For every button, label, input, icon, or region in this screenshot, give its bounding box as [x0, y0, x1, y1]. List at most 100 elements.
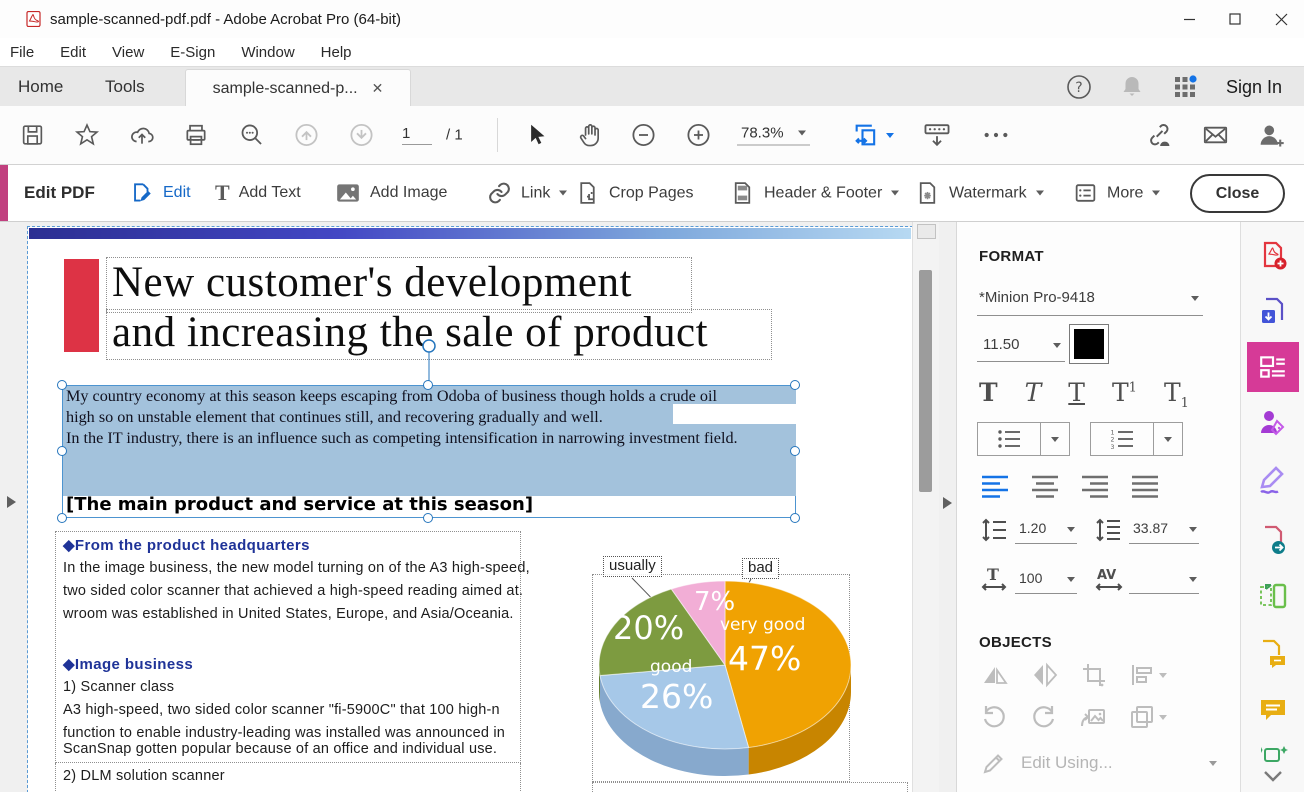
line-spacing-select[interactable]: 1.20 [1015, 516, 1077, 544]
replace-image-button[interactable] [1079, 704, 1107, 730]
crop-object-button[interactable] [1081, 662, 1107, 688]
selection-handle[interactable] [790, 513, 800, 523]
vertical-scrollbar[interactable] [912, 222, 939, 792]
watermark-button[interactable]: Watermark [915, 181, 1044, 206]
zoom-in-icon[interactable] [685, 122, 712, 149]
edit-pdf-tool-active[interactable] [1247, 342, 1299, 392]
header-footer-button[interactable]: Header & Footer [730, 181, 899, 206]
selection-handle[interactable] [57, 513, 67, 523]
selection-handle[interactable] [423, 513, 433, 523]
menu-view[interactable]: View [112, 44, 144, 61]
align-objects-button[interactable] [1129, 662, 1167, 688]
bullet-list-button[interactable] [978, 423, 1040, 455]
search-icon[interactable] [238, 122, 265, 149]
underline-button[interactable]: T [1068, 380, 1085, 405]
user-account-icon[interactable] [1256, 121, 1286, 149]
align-left-button[interactable] [981, 474, 1009, 498]
selection-handle[interactable] [423, 380, 433, 390]
expand-right-panel-icon[interactable] [940, 495, 954, 511]
select-tool-pointer-icon[interactable] [523, 122, 549, 148]
menu-file[interactable]: File [10, 44, 34, 61]
cloud-upload-icon[interactable] [129, 122, 155, 148]
minimize-button[interactable] [1166, 0, 1212, 38]
superscript-button[interactable]: T1 [1112, 380, 1137, 405]
subscript-button[interactable]: T1 [1164, 380, 1189, 410]
numbered-list-dropdown[interactable] [1153, 423, 1182, 455]
tab-close-icon[interactable]: ✕ [372, 80, 384, 97]
organize-pages-icon[interactable] [1255, 578, 1291, 614]
more-button[interactable]: More [1073, 181, 1160, 206]
fill-and-sign-icon[interactable] [1255, 462, 1291, 498]
more-tools-ellipsis-icon[interactable] [982, 121, 1010, 149]
add-comments-doc-icon[interactable] [1255, 636, 1291, 672]
expand-left-panel-icon[interactable] [4, 494, 18, 510]
tab-home[interactable]: Home [18, 67, 63, 107]
close-window-button[interactable] [1258, 0, 1304, 38]
previous-page-icon[interactable] [293, 122, 320, 149]
scrollbar-thumb[interactable] [919, 270, 932, 492]
horizontal-scale-select[interactable]: 100 [1015, 566, 1077, 594]
page-display-icon[interactable] [922, 121, 952, 149]
menu-help[interactable]: Help [321, 44, 352, 61]
font-size-select[interactable]: 11.50 [977, 330, 1065, 362]
align-center-button[interactable] [1031, 474, 1059, 498]
add-image-button[interactable]: Add Image [335, 181, 447, 205]
edit-tool-button[interactable]: Edit [128, 180, 191, 206]
font-color-swatch[interactable] [1069, 324, 1109, 364]
star-favorite-icon[interactable] [74, 122, 100, 148]
help-icon[interactable]: ? [1066, 74, 1092, 100]
selection-handle[interactable] [790, 380, 800, 390]
align-right-button[interactable] [1081, 474, 1109, 498]
paragraph-spacing-select[interactable]: 33.87 [1129, 516, 1199, 544]
menu-edit[interactable]: Edit [60, 44, 86, 61]
selection-handle[interactable] [790, 446, 800, 456]
close-edit-pdf-button[interactable]: Close [1190, 174, 1285, 213]
flip-horizontal-button[interactable] [1031, 662, 1059, 688]
rail-expand-chevron-icon[interactable] [1255, 768, 1291, 786]
tab-document[interactable]: sample-scanned-p... ✕ [185, 69, 411, 107]
menu-window[interactable]: Window [241, 44, 294, 61]
create-pdf-icon[interactable] [1255, 238, 1291, 274]
menu-esign[interactable]: E-Sign [170, 44, 215, 61]
next-page-icon[interactable] [348, 122, 375, 149]
notifications-bell-icon[interactable] [1120, 74, 1144, 100]
comment-icon[interactable] [1255, 692, 1291, 728]
add-rich-media-icon[interactable] [1255, 742, 1291, 768]
request-esignatures-icon[interactable] [1255, 404, 1291, 440]
print-icon[interactable] [183, 122, 209, 148]
selection-handle[interactable] [57, 380, 67, 390]
pdf-page[interactable]: New customer's development and increasin… [28, 227, 912, 792]
arrange-objects-button[interactable] [1129, 704, 1167, 730]
bullet-list-dropdown[interactable] [1040, 423, 1069, 455]
edit-using-select[interactable]: Edit Using... [981, 750, 1217, 792]
font-family-select[interactable]: *Minion Pro-9418 [977, 282, 1203, 316]
align-justify-button[interactable] [1131, 474, 1159, 498]
sign-in-button[interactable]: Sign In [1226, 77, 1282, 98]
rotate-clockwise-button[interactable] [1030, 704, 1057, 730]
kerning-select[interactable] [1129, 566, 1199, 594]
save-icon[interactable] [20, 123, 45, 148]
numbered-list-button[interactable]: 123 [1091, 423, 1153, 455]
flip-vertical-button[interactable] [981, 662, 1009, 688]
selected-textbox[interactable]: My country economy at this season keeps … [62, 385, 796, 518]
maximize-button[interactable] [1212, 0, 1258, 38]
hand-tool-icon[interactable] [576, 122, 603, 149]
selection-handle[interactable] [57, 446, 67, 456]
add-text-button[interactable]: T Add Text [215, 180, 301, 206]
share-send-pdf-icon[interactable] [1255, 522, 1291, 558]
page-number-input[interactable]: 1 [402, 125, 432, 145]
tab-tools[interactable]: Tools [105, 67, 145, 107]
italic-button[interactable]: T [1025, 380, 1042, 405]
fit-width-select[interactable] [852, 121, 894, 149]
zoom-level-select[interactable]: 78.3% [737, 125, 810, 146]
email-icon[interactable] [1201, 122, 1230, 149]
rotate-counterclockwise-button[interactable] [981, 704, 1008, 730]
app-grid-icon[interactable] [1172, 74, 1198, 100]
bold-button[interactable]: T [979, 380, 998, 405]
scrollbar-top-button[interactable] [917, 224, 936, 239]
zoom-out-icon[interactable] [630, 122, 657, 149]
export-pdf-icon[interactable] [1255, 294, 1291, 330]
link-button[interactable]: Link [487, 181, 567, 206]
share-link-icon[interactable] [1144, 121, 1174, 149]
crop-pages-button[interactable]: Crop Pages [575, 181, 694, 206]
